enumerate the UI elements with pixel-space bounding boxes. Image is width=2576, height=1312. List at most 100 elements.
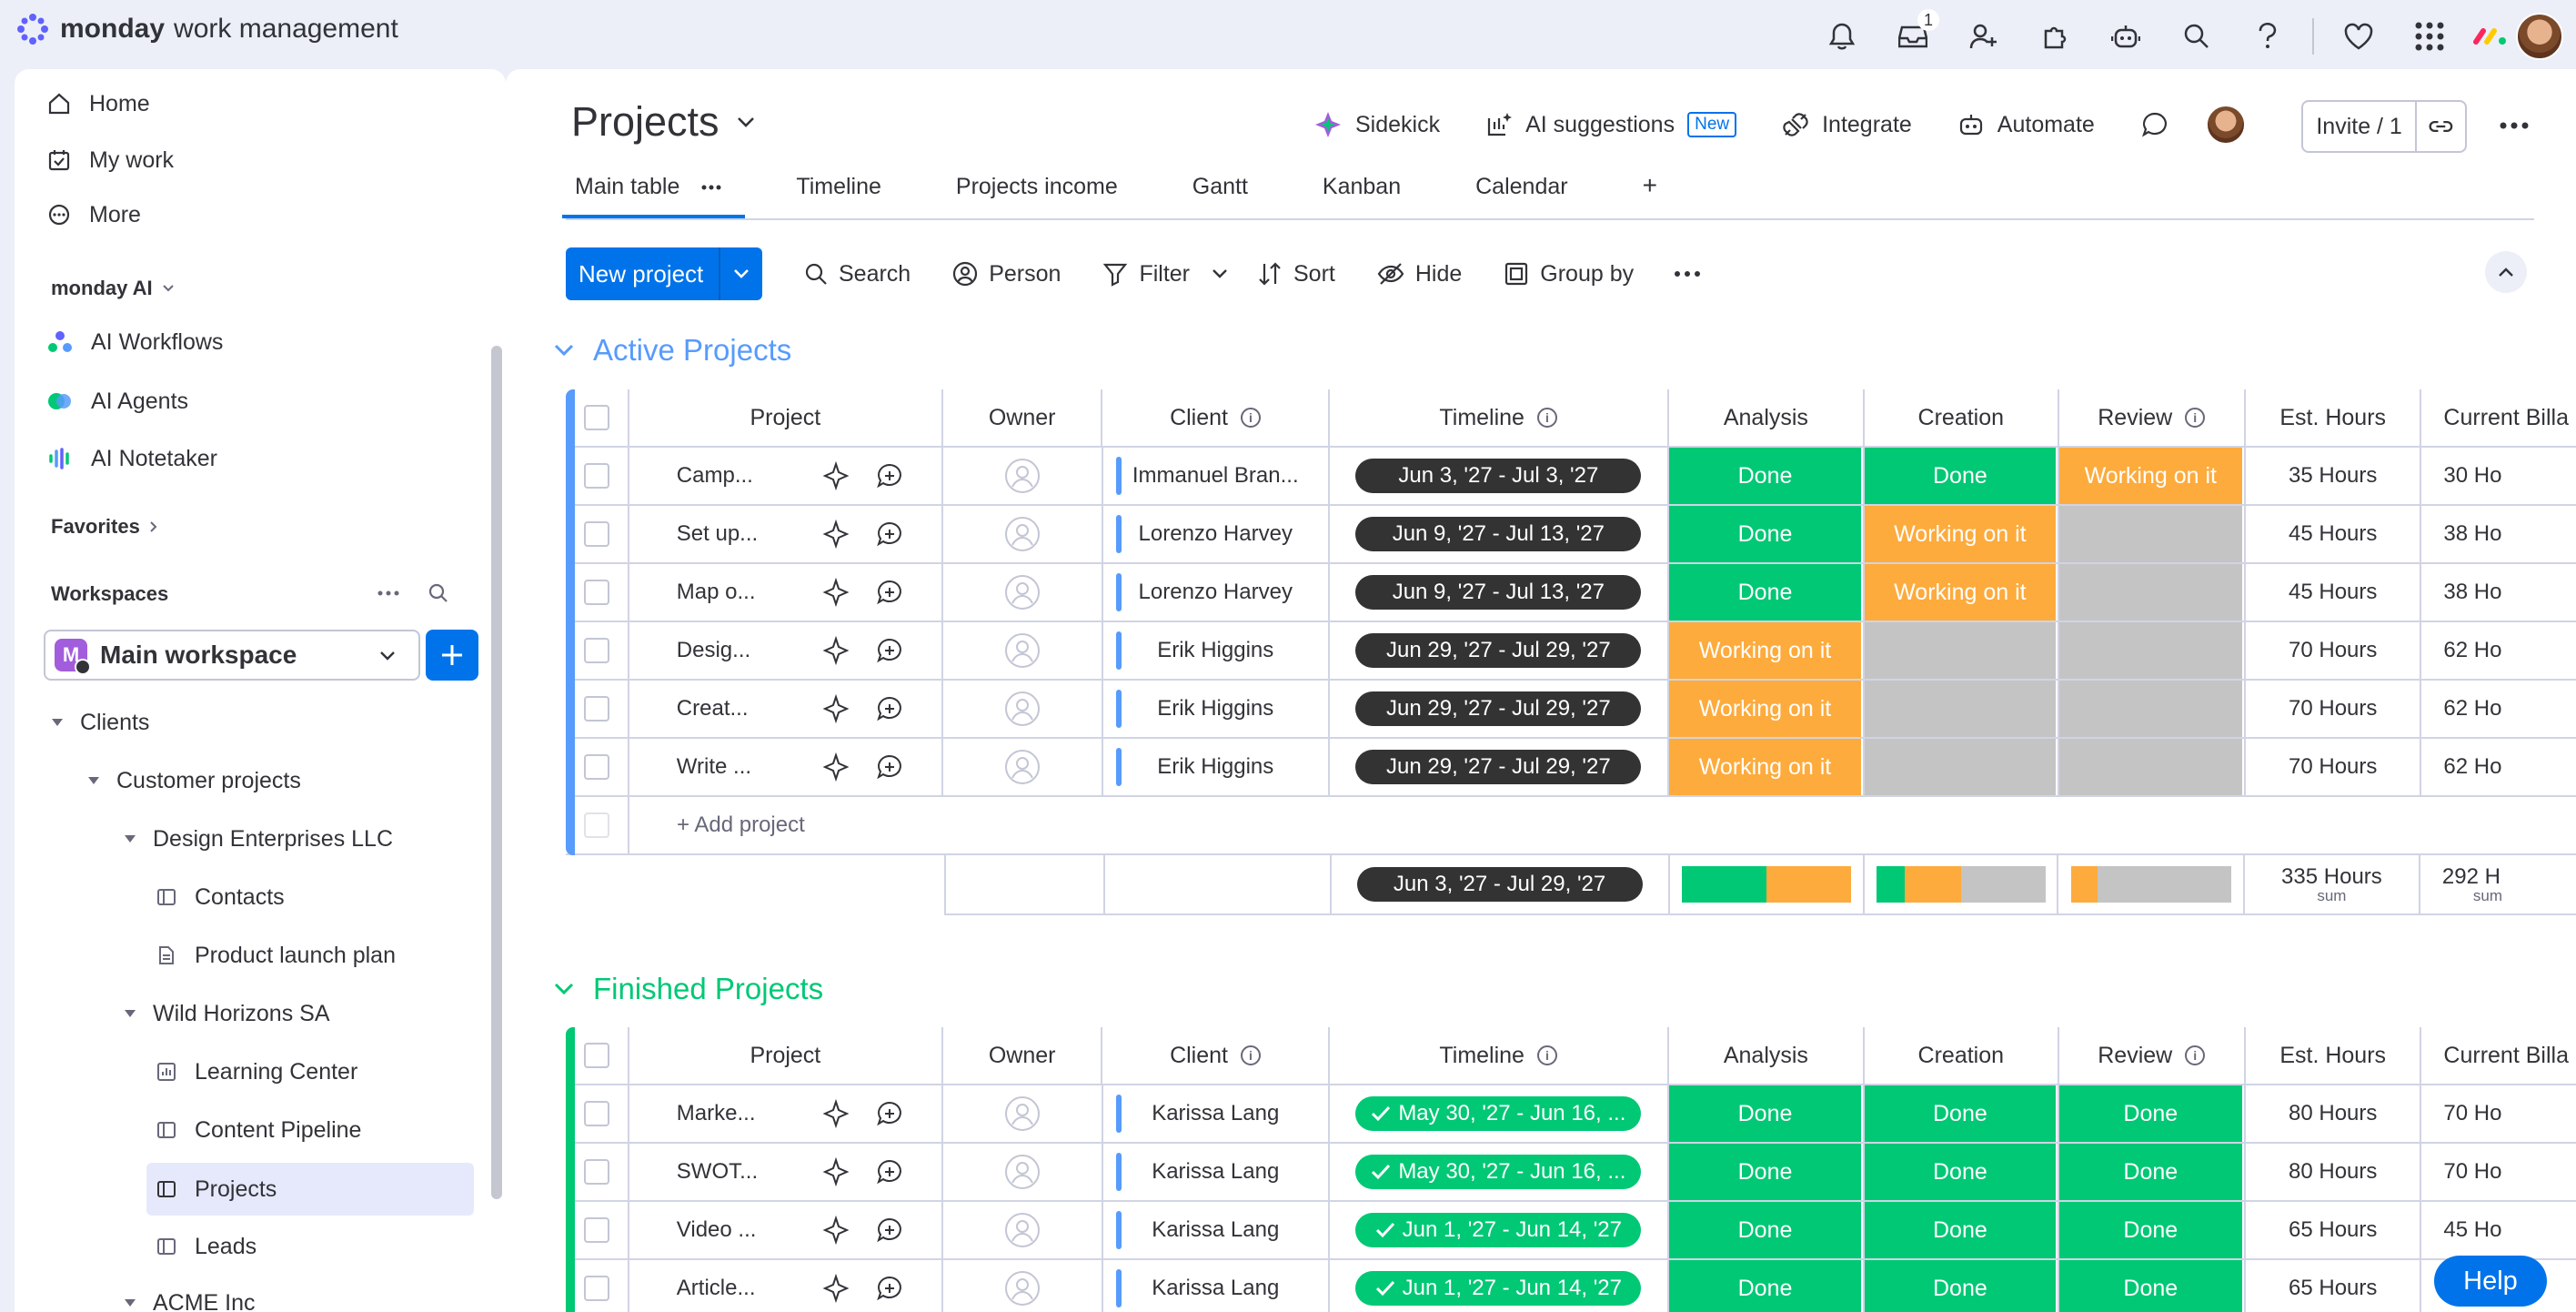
sidekick-button[interactable]: Sidekick — [1313, 110, 1440, 139]
summary-analysis-cell[interactable] — [1670, 855, 1866, 913]
add-update-icon[interactable] — [875, 636, 904, 665]
sidebar-item-home[interactable]: Home — [47, 86, 150, 122]
column-header-est-hours[interactable]: Est. Hours — [2246, 1027, 2422, 1084]
sidebar-item-my-work[interactable]: My work — [47, 142, 174, 178]
timeline-pill[interactable]: Jun 29, '27 - Jul 29, '27 — [1355, 633, 1642, 668]
column-header-review[interactable]: Review i — [2059, 389, 2246, 446]
owner-cell[interactable] — [943, 739, 1103, 795]
column-header-current-billable[interactable]: Current Billa — [2421, 1027, 2576, 1084]
info-icon[interactable]: i — [1536, 408, 1557, 428]
new-project-dropdown[interactable] — [719, 247, 762, 300]
project-name-cell[interactable]: Set up... — [629, 506, 784, 562]
row-checkbox[interactable] — [583, 1101, 609, 1126]
column-header-est-hours[interactable]: Est. Hours — [2246, 389, 2422, 446]
review-status-cell[interactable]: Done — [2058, 1260, 2246, 1312]
add-update-icon[interactable] — [875, 752, 904, 782]
add-update-icon[interactable] — [875, 1274, 904, 1303]
row-select-cell[interactable] — [566, 739, 629, 795]
analysis-status-cell[interactable]: Done — [1668, 564, 1866, 621]
analysis-status-cell[interactable]: Working on it — [1668, 622, 1866, 679]
owner-cell[interactable] — [943, 1085, 1103, 1142]
review-status-cell[interactable] — [2058, 681, 2246, 737]
row-select-cell[interactable] — [566, 564, 629, 621]
collapse-header-button[interactable] — [2485, 251, 2527, 293]
project-name-cell[interactable]: Marke... — [629, 1085, 784, 1142]
row-select-cell[interactable] — [566, 1202, 629, 1258]
column-header-timeline[interactable]: Timeline i — [1330, 389, 1669, 446]
tree-folder-acme[interactable]: ACME Inc — [124, 1285, 256, 1312]
row-select-cell[interactable] — [566, 681, 629, 737]
row-checkbox[interactable] — [583, 696, 609, 722]
ai-sparkle-icon[interactable] — [821, 520, 850, 549]
analysis-status-cell[interactable]: Done — [1668, 1085, 1866, 1142]
est-hours-cell[interactable]: 70 Hours — [2246, 622, 2422, 679]
row-select-cell[interactable] — [566, 1085, 629, 1142]
tab-gantt[interactable]: Gantt — [1183, 174, 1266, 215]
group-header-finished[interactable]: Finished Projects — [553, 972, 823, 1006]
column-header-review[interactable]: Review i — [2059, 1027, 2246, 1084]
timeline-pill[interactable]: Jun 9, '27 - Jul 13, '27 — [1355, 575, 1642, 610]
current-billable-cell[interactable]: 70 Ho — [2421, 1085, 2576, 1142]
copy-link-icon[interactable] — [2417, 113, 2465, 140]
column-header-client[interactable]: Client i — [1102, 1027, 1330, 1084]
est-hours-cell[interactable]: 45 Hours — [2246, 564, 2422, 621]
search-icon[interactable] — [2161, 15, 2232, 58]
est-hours-cell[interactable]: 70 Hours — [2246, 681, 2422, 737]
app-switcher-icon[interactable] — [2394, 15, 2465, 58]
favorites-section[interactable]: Favorites — [51, 515, 158, 539]
hide-columns-button[interactable]: Hide — [1377, 261, 1462, 288]
current-billable-cell[interactable]: 62 Ho — [2421, 681, 2576, 737]
add-update-icon[interactable] — [875, 1157, 904, 1186]
add-project-input[interactable]: + Add project — [629, 797, 2576, 853]
project-name-cell[interactable]: Camp... — [629, 448, 784, 504]
owner-cell[interactable] — [943, 1144, 1103, 1200]
review-status-cell[interactable] — [2058, 622, 2246, 679]
summary-review-cell[interactable] — [2058, 855, 2245, 913]
person-filter-button[interactable]: Person — [952, 261, 1061, 288]
client-cell[interactable]: Lorenzo Harvey — [1103, 564, 1330, 621]
filter-button[interactable]: Filter — [1102, 261, 1228, 288]
group-header-active[interactable]: Active Projects — [553, 333, 791, 368]
ai-sparkle-icon[interactable] — [821, 578, 850, 607]
add-update-icon[interactable] — [875, 461, 904, 490]
monday-ai-section[interactable]: monday AI — [51, 277, 175, 300]
tree-board-leads[interactable]: Leads — [156, 1228, 257, 1265]
select-all-cell[interactable] — [566, 389, 629, 446]
summary-timeline-cell[interactable]: Jun 3, '27 - Jul 29, '27 — [1332, 855, 1670, 913]
tab-main-table[interactable]: Main table — [561, 174, 746, 218]
current-billable-cell[interactable]: 38 Ho — [2421, 564, 2576, 621]
column-header-analysis[interactable]: Analysis — [1669, 1027, 1866, 1084]
add-update-icon[interactable] — [875, 694, 904, 723]
project-name-cell[interactable]: Article... — [629, 1260, 784, 1312]
timeline-cell[interactable]: May 30, '27 - Jun 16, ... — [1330, 1144, 1669, 1200]
info-icon[interactable]: i — [1536, 1045, 1557, 1065]
owner-cell[interactable] — [943, 564, 1103, 621]
chevron-down-icon[interactable] — [1212, 268, 1228, 279]
workspace-selector[interactable]: M Main workspace — [44, 630, 420, 681]
more-options-icon[interactable] — [1674, 270, 1701, 278]
est-hours-cell[interactable]: 80 Hours — [2246, 1144, 2422, 1200]
add-workspace-item-button[interactable] — [426, 630, 478, 681]
analysis-distribution-bar[interactable] — [1681, 866, 1851, 903]
workspace-options-icon[interactable] — [377, 590, 400, 597]
timeline-pill[interactable]: Jun 9, '27 - Jul 13, '27 — [1355, 517, 1642, 551]
column-header-analysis[interactable]: Analysis — [1669, 389, 1866, 446]
column-header-project[interactable]: Project — [629, 1027, 943, 1084]
row-select-cell[interactable] — [566, 448, 629, 504]
row-checkbox[interactable] — [583, 521, 609, 547]
creation-status-cell[interactable]: Working on it — [1865, 564, 2059, 621]
ai-sparkle-icon[interactable] — [821, 752, 850, 782]
ai-sparkle-icon[interactable] — [821, 636, 850, 665]
column-header-creation[interactable]: Creation — [1865, 1027, 2059, 1084]
analysis-status-cell[interactable]: Done — [1668, 448, 1866, 504]
ai-sparkle-icon[interactable] — [821, 1216, 850, 1245]
add-view-button[interactable]: + — [1634, 171, 1675, 215]
review-status-cell[interactable]: Done — [2058, 1202, 2246, 1258]
project-name-cell[interactable]: SWOT... — [629, 1144, 784, 1200]
row-checkbox[interactable] — [583, 580, 609, 605]
client-cell[interactable]: Immanuel Bran... — [1103, 448, 1330, 504]
timeline-pill[interactable]: May 30, '27 - Jun 16, ... — [1355, 1155, 1642, 1189]
summary-creation-cell[interactable] — [1865, 855, 2059, 913]
board-owner-avatar[interactable] — [2205, 105, 2246, 145]
tab-options-icon[interactable] — [701, 185, 721, 190]
